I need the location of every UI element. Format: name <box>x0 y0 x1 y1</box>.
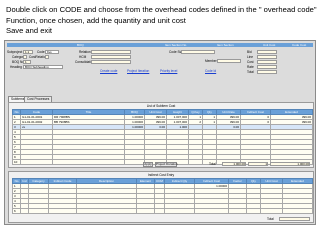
subitem-cost-table: No Code Title BOQ Unit Cost Height Q.Key Qty Uni… <box>12 109 313 165</box>
header-label-code-cost: Code Cost <box>292 43 307 47</box>
table-cell[interactable] <box>52 159 125 165</box>
upper-total-2: 1 <box>248 162 268 166</box>
cost-relation-field[interactable] <box>45 55 49 59</box>
table-cell[interactable] <box>228 208 247 214</box>
app-screenshot: BOQ Item Section No Item Section Unit Co… <box>4 40 316 225</box>
category-field[interactable] <box>23 55 27 59</box>
right-label-line: Line <box>247 55 254 59</box>
relation-label: Relation <box>79 50 91 54</box>
table-cell[interactable] <box>188 159 203 165</box>
upper-total-label: Total <box>209 162 216 166</box>
table-cell[interactable]: 10 <box>12 159 21 165</box>
instructions: Double click on CODE and choose from the… <box>6 5 317 37</box>
indirect-cost-table: No Ind Category Indirect Code Description Ele… <box>12 178 313 214</box>
table-cell[interactable] <box>246 208 261 214</box>
indirect-cost-header-row: No Ind Category Indirect Code Description Ele… <box>12 178 313 184</box>
right-field-total[interactable] <box>257 70 277 74</box>
table-cell[interactable] <box>282 208 313 214</box>
table-row[interactable]: 1 G1-01-01-0001 DR 7908BS 1.00000 399.00 1.00… <box>12 114 313 120</box>
table-cell[interactable] <box>154 208 165 214</box>
instruction-line-3: Save and exit <box>6 26 53 35</box>
header-label-item-section: Item Section <box>217 43 234 47</box>
table-row[interactable]: 2 G1-01-01-0002 BB 7908BS 1.00000 399.00 1.00… <box>12 119 313 125</box>
right-field-cost[interactable] <box>257 60 277 64</box>
right-label-total: Total <box>247 70 254 74</box>
table-cell[interactable] <box>20 208 29 214</box>
subitem-cost-title: List of Subitem Cost <box>146 104 176 108</box>
code-id-link[interactable]: Code Id <box>205 69 216 73</box>
instruction-line-1: Double click on CODE and choose from the… <box>6 5 317 14</box>
upper-total-1: 1,000.00 <box>222 162 246 166</box>
subproject-label: Subproject <box>7 50 23 54</box>
right-label-cost: Cost <box>247 60 254 64</box>
create-code-link[interactable]: Create code <box>100 69 117 73</box>
relation-field[interactable] <box>91 50 131 54</box>
upper-total-3: 1,000.00 <box>270 162 310 166</box>
table-cell[interactable] <box>136 208 155 214</box>
table-row[interactable]: 6 <box>12 208 313 214</box>
right-field-line[interactable] <box>257 55 277 59</box>
table-cell[interactable] <box>20 159 53 165</box>
subitem-cost-panel: List of Subitem Cost No Code Title BOQ Unit … <box>8 102 314 168</box>
member-field[interactable] <box>217 59 241 63</box>
right-field-rate[interactable] <box>257 65 277 69</box>
heading-field[interactable]: BOQ Subheading <box>23 65 63 69</box>
hcm-label: HCM <box>79 55 87 59</box>
consolidation-field[interactable] <box>91 60 131 64</box>
table-cell[interactable] <box>194 208 229 214</box>
table-cell[interactable] <box>48 208 77 214</box>
priority-level-link[interactable]: Priority level <box>160 69 177 73</box>
lower-total-field <box>279 217 310 221</box>
table-cell[interactable] <box>76 208 137 214</box>
right-label-bid: Bid <box>247 50 252 54</box>
subproject-field[interactable]: 1.1 <box>23 50 33 54</box>
code-label: Code <box>37 50 45 54</box>
code-field[interactable]: bvs <box>45 50 59 54</box>
table-cell[interactable] <box>28 208 49 214</box>
code-stage-field[interactable] <box>181 50 215 54</box>
header-bar: BOQ Item Section No Item Section Unit Co… <box>7 43 313 47</box>
right-label-rate: Rate <box>247 65 254 69</box>
apply-button[interactable]: Apply <box>143 162 153 167</box>
member-label: Member <box>205 59 217 63</box>
table-cell[interactable]: 6 <box>12 208 21 214</box>
indirect-cost-title: Indirect Cost Entry <box>147 173 175 177</box>
table-cell[interactable] <box>164 208 195 214</box>
hcm-field[interactable] <box>91 55 131 59</box>
boq-no-field[interactable]: 1 <box>23 60 31 64</box>
header-label-boq: BOQ <box>77 43 84 47</box>
table-cell[interactable] <box>124 159 145 165</box>
header-label-unit-cost: Unit Cost <box>263 43 276 47</box>
project-duration-button[interactable]: Project Duration <box>155 162 178 167</box>
indirect-cost-panel: Indirect Cost Entry No Ind Category Indirec… <box>8 171 314 223</box>
table-cell[interactable] <box>260 208 283 214</box>
right-field-bid[interactable] <box>257 50 277 54</box>
lower-total-label: Total <box>267 217 274 221</box>
heading-label: Heading <box>10 65 22 69</box>
instruction-line-2: Function, once chosen, add the quantity … <box>6 15 186 25</box>
header-label-item-section-no: Item Section No <box>165 43 187 47</box>
project-iteration-link[interactable]: Project Iteration <box>127 69 149 73</box>
